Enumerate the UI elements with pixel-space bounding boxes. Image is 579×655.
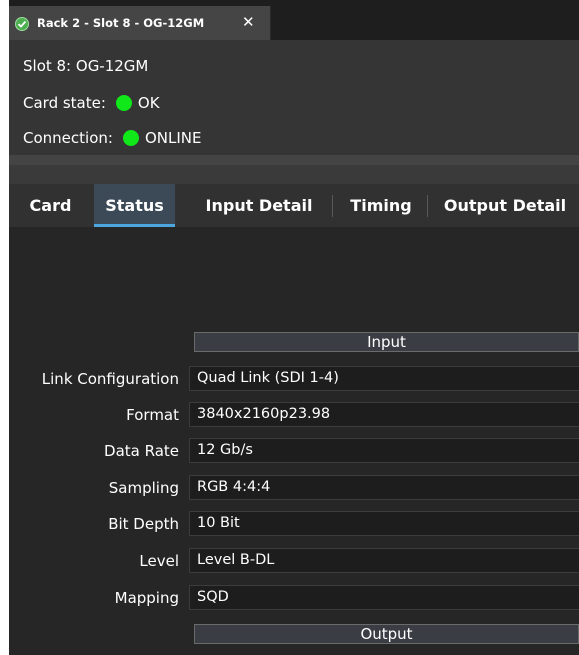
output-section-header: Output (194, 624, 579, 644)
tab-output-detail[interactable]: Output Detail (435, 184, 575, 227)
connection-label: Connection: (23, 129, 113, 147)
tab-timing[interactable]: Timing (336, 184, 426, 227)
field-value-bit-depth: 10 Bit (189, 511, 579, 536)
card-state-value: OK (137, 94, 160, 112)
tab-bar: Card Status Input Detail Timing Output D… (9, 165, 579, 227)
input-section-header: Input (194, 332, 579, 352)
slot-title: Slot 8: OG-12GM (23, 57, 149, 75)
document-tab-strip: Rack 2 - Slot 8 - OG-12GM ✕ (9, 0, 579, 40)
tab-input-detail[interactable]: Input Detail (189, 184, 329, 227)
connection-row: Connection: ONLINE (23, 129, 201, 147)
app-window: Rack 2 - Slot 8 - OG-12GM ✕ Slot 8: OG-1… (9, 0, 579, 655)
document-tab[interactable]: Rack 2 - Slot 8 - OG-12GM ✕ (9, 6, 271, 40)
tab-separator (332, 195, 333, 217)
field-value-data-rate: 12 Gb/s (189, 438, 579, 463)
field-label-level: Level (139, 552, 179, 570)
card-state-label: Card state: (23, 94, 106, 112)
field-value-level: Level B-DL (189, 548, 579, 573)
field-label-mapping: Mapping (114, 589, 179, 607)
tab-separator (427, 195, 428, 217)
tab-bar-spacer (9, 165, 579, 184)
field-label-data-rate: Data Rate (104, 442, 179, 460)
check-circle-icon (15, 17, 29, 31)
document-tab-title: Rack 2 - Slot 8 - OG-12GM (37, 16, 205, 30)
tab-card[interactable]: Card (9, 184, 92, 227)
field-label-link-configuration: Link Configuration (41, 370, 179, 388)
card-state-row: Card state: OK (23, 94, 160, 112)
tab-status[interactable]: Status (94, 184, 175, 227)
connection-value: ONLINE (144, 129, 202, 147)
field-label-format: Format (126, 406, 179, 424)
panel-divider (9, 155, 579, 165)
card-info-panel: Slot 8: OG-12GM Card state: OK Connection… (9, 40, 579, 155)
status-ok-indicator (115, 95, 132, 111)
field-label-bit-depth: Bit Depth (108, 515, 179, 533)
field-value-link-configuration: Quad Link (SDI 1-4) (189, 366, 579, 391)
connection-online-indicator (122, 130, 139, 146)
field-label-sampling: Sampling (108, 479, 179, 497)
close-icon[interactable]: ✕ (242, 13, 255, 31)
status-content: Input Link Configuration Quad Link (SDI … (9, 227, 579, 655)
field-value-sampling: RGB 4:4:4 (189, 475, 579, 500)
field-value-mapping: SQD (189, 585, 579, 610)
field-value-format: 3840x2160p23.98 (189, 402, 579, 427)
